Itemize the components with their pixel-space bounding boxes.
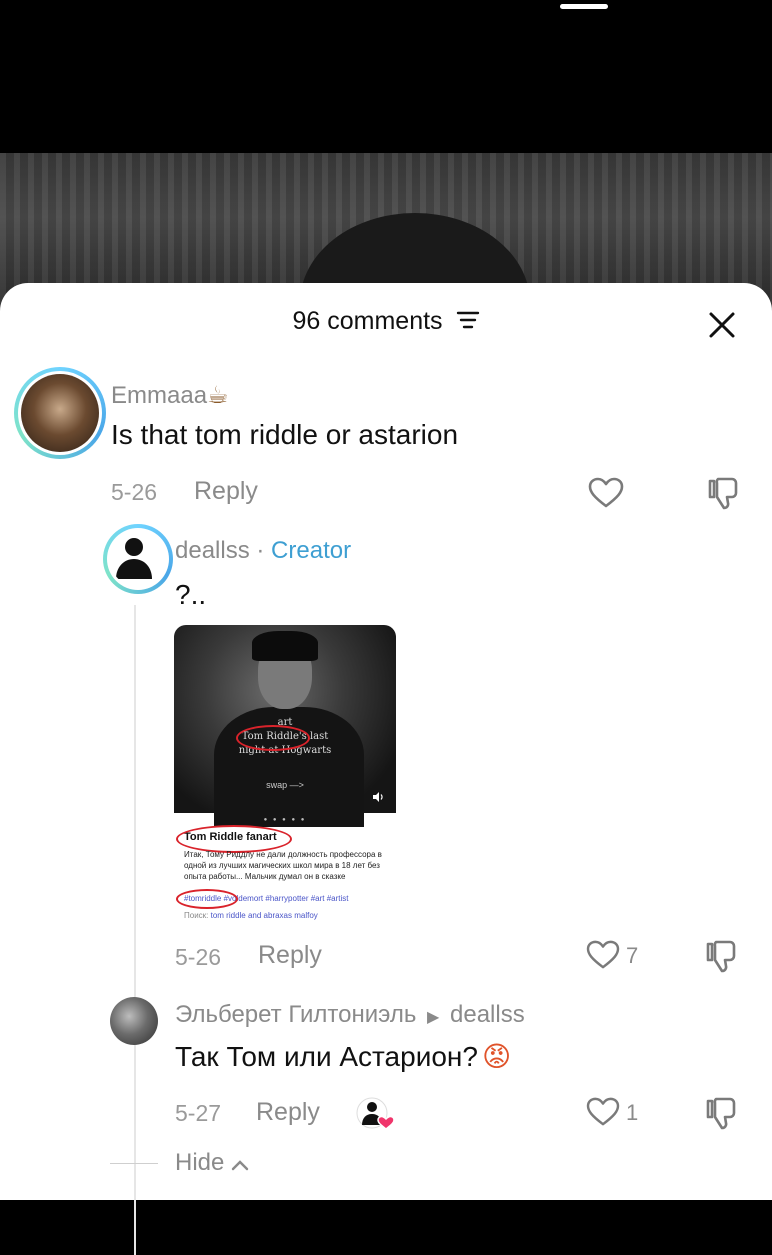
preview-swap: swap —> xyxy=(266,780,304,790)
creator-badge: Creator xyxy=(271,537,352,564)
heart-icon[interactable] xyxy=(586,1097,620,1132)
comment-text: Так Том или Астарион? 😡 xyxy=(175,1040,512,1073)
comment-text: ?.. xyxy=(175,579,207,610)
reply-button[interactable]: Reply xyxy=(194,477,258,506)
thread-line xyxy=(134,605,136,1255)
reply-button[interactable]: Reply xyxy=(256,1098,320,1127)
filter-icon[interactable] xyxy=(456,308,480,337)
image-attachment[interactable]: art Tom Riddle's last night at Hogwarts … xyxy=(174,625,396,921)
dislike-icon[interactable] xyxy=(706,475,742,516)
preview-description: Итак, Тому Риддлу не дали должность проф… xyxy=(184,850,382,881)
comment-username[interactable]: deallss · Creator xyxy=(175,537,351,565)
comments-sheet: 96 comments Emmaaa☕ Is that tom riddle o… xyxy=(0,283,772,1255)
comment-count: 96 comments xyxy=(292,307,443,335)
preview-search: Поиск: tom riddle and abraxas malfoy xyxy=(184,911,318,920)
comment-date: 5-26 xyxy=(111,479,158,505)
avatar[interactable] xyxy=(14,367,106,459)
caret-right-icon: ▶ xyxy=(427,1009,440,1026)
reply-button[interactable]: Reply xyxy=(258,941,322,970)
comment-username[interactable]: Emmaaa☕ xyxy=(111,381,229,410)
carousel-dots: ● ● ● ● ● xyxy=(263,817,307,823)
coffee-emoji-icon: ☕ xyxy=(207,381,229,409)
comment-date: 5-26 xyxy=(175,944,222,970)
creator-liked-icon xyxy=(356,1095,396,1136)
heart-icon[interactable] xyxy=(586,940,620,975)
home-indicator xyxy=(560,4,608,9)
like-count: 7 xyxy=(626,943,639,968)
angry-face-emoji-icon: 😡 xyxy=(481,1040,512,1073)
red-circle-annotation xyxy=(236,725,310,751)
chevron-up-icon xyxy=(231,1150,249,1178)
comment-date: 5-27 xyxy=(175,1100,222,1126)
divider xyxy=(110,1163,158,1164)
comment-username[interactable]: Эльберет Гилтониэль ▶ deallss xyxy=(175,1001,525,1029)
avatar[interactable] xyxy=(103,524,173,594)
close-icon[interactable] xyxy=(708,311,736,339)
heart-icon[interactable] xyxy=(588,477,624,514)
red-circle-annotation xyxy=(176,889,238,909)
dislike-icon[interactable] xyxy=(704,1095,740,1136)
comment-text: Is that tom riddle or astarion xyxy=(111,419,459,450)
avatar[interactable] xyxy=(110,997,158,1045)
speaker-icon xyxy=(372,791,386,805)
like-count: 1 xyxy=(626,1100,639,1125)
dislike-icon[interactable] xyxy=(704,938,740,979)
hide-replies-button[interactable]: Hide xyxy=(175,1149,249,1178)
reply-to-username[interactable]: deallss xyxy=(450,1001,525,1028)
comments-header: 96 comments xyxy=(0,307,772,337)
